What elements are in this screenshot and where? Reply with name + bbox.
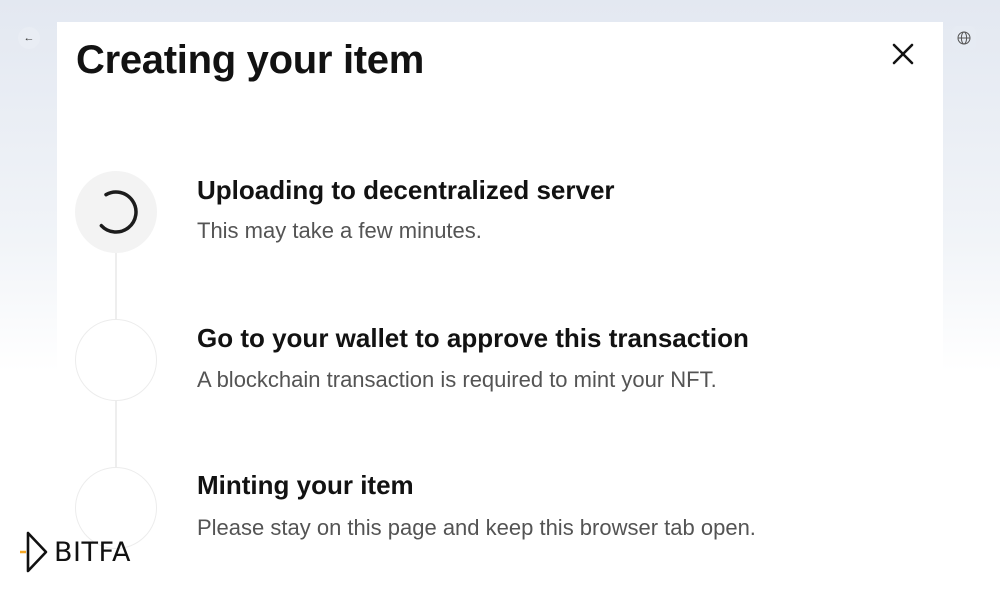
step-title: Minting your item — [197, 470, 414, 500]
step-title: Go to your wallet to approve this transa… — [197, 323, 749, 353]
creating-item-modal: Creating your item Uploading to decentra… — [57, 22, 943, 600]
back-button[interactable]: ← — [18, 27, 40, 49]
watermark-logo: BITFA — [20, 530, 131, 574]
step-description: A blockchain transaction is required to … — [197, 367, 717, 392]
close-icon — [892, 43, 914, 65]
modal-title: Creating your item — [76, 38, 424, 82]
bitfa-logo-icon — [20, 531, 48, 573]
step-description: Please stay on this page and keep this b… — [197, 515, 756, 540]
globe-icon — [957, 31, 971, 45]
step-status-circle — [75, 171, 157, 253]
step-connector — [115, 253, 117, 321]
step-connector — [115, 401, 117, 469]
close-button[interactable] — [885, 36, 921, 72]
arrow-left-icon: ← — [23, 32, 35, 44]
watermark-text: BITFA — [54, 536, 132, 568]
spinner-icon — [99, 190, 138, 234]
step-description: This may take a few minutes. — [197, 218, 482, 243]
step-status-circle — [75, 319, 157, 401]
language-button[interactable] — [952, 26, 976, 50]
step-title: Uploading to decentralized server — [197, 175, 615, 205]
